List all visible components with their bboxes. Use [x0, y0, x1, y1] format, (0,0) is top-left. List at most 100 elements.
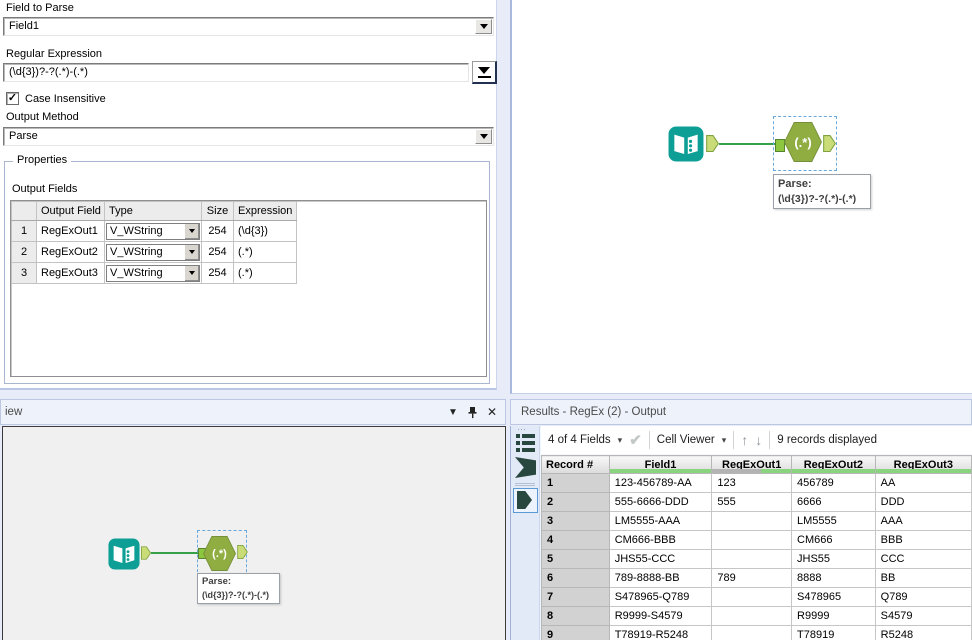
- cell[interactable]: CCC: [874, 549, 972, 569]
- col-header-field1[interactable]: Field1: [608, 455, 713, 474]
- chevron-down-icon[interactable]: ▾: [722, 435, 727, 446]
- field-to-parse-select[interactable]: Field1: [3, 17, 494, 36]
- cell[interactable]: [711, 587, 793, 607]
- cell[interactable]: 555-6666-DDD: [608, 492, 713, 512]
- regex-input-value: (\d{3})?-?(.*)-(.*): [9, 66, 88, 78]
- record-number-cell[interactable]: 5: [541, 549, 610, 569]
- type-cell[interactable]: V_WString: [104, 220, 202, 242]
- cell[interactable]: [711, 549, 793, 569]
- cell[interactable]: Q789: [874, 587, 972, 607]
- cell[interactable]: 789: [711, 568, 793, 588]
- output-anchor-icon[interactable]: [237, 545, 248, 559]
- cell[interactable]: S478965-Q789: [608, 587, 713, 607]
- cell[interactable]: R9999: [791, 606, 876, 626]
- cell-viewer-button[interactable]: Cell Viewer: [657, 434, 715, 446]
- cell[interactable]: DDD: [874, 492, 972, 512]
- col-header-output-field[interactable]: Output Field: [36, 201, 105, 221]
- col-header-size[interactable]: Size: [201, 201, 234, 221]
- cell[interactable]: [711, 511, 793, 531]
- type-dropdown-button[interactable]: [184, 265, 199, 281]
- cell[interactable]: [711, 625, 793, 640]
- cell[interactable]: 555: [711, 492, 793, 512]
- output-anchor-icon[interactable]: [141, 546, 151, 560]
- col-header-regexout3[interactable]: RegExOut3: [874, 455, 972, 474]
- cell[interactable]: [711, 530, 793, 550]
- col-header-type[interactable]: Type: [104, 201, 202, 221]
- type-cell[interactable]: V_WString: [104, 262, 202, 284]
- overview-canvas[interactable]: (.*) Parse: (\d{3})?-?(.*)-(.*): [2, 426, 506, 640]
- text-input-tool-icon[interactable]: [668, 126, 704, 162]
- expression-cell[interactable]: (.*): [233, 241, 297, 263]
- output-field-name-cell[interactable]: RegExOut3: [36, 262, 105, 284]
- cell[interactable]: T78919: [791, 625, 876, 640]
- output-anchor-icon[interactable]: [823, 135, 836, 152]
- col-header-expression[interactable]: Expression: [233, 201, 297, 221]
- scroll-down-icon[interactable]: ↓: [755, 432, 762, 448]
- regex-history-dropdown-button[interactable]: [472, 61, 497, 84]
- workflow-canvas[interactable]: (.*) Parse: (\d{3})?-?(.*)-(.*): [510, 0, 972, 394]
- cell[interactable]: R5248: [874, 625, 972, 640]
- cell[interactable]: LM5555-AAA: [608, 511, 713, 531]
- cell[interactable]: 789-8888-BB: [608, 568, 713, 588]
- type-cell[interactable]: V_WString: [104, 241, 202, 263]
- size-cell[interactable]: 254: [201, 220, 234, 242]
- output-field-name-cell[interactable]: RegExOut1: [36, 220, 105, 242]
- output-anchor-icon[interactable]: [706, 135, 719, 152]
- output-field-name-cell[interactable]: RegExOut2: [36, 241, 105, 263]
- cell[interactable]: 8888: [791, 568, 876, 588]
- record-number-cell[interactable]: 3: [541, 511, 610, 531]
- input-anchor-icon[interactable]: [775, 139, 785, 152]
- cell[interactable]: T78919-R5248: [608, 625, 713, 640]
- input-anchor-tab-icon[interactable]: [515, 457, 536, 478]
- cell[interactable]: JHS55: [791, 549, 876, 569]
- output-anchor-tab-selected[interactable]: [513, 488, 538, 513]
- cell[interactable]: S4579: [874, 606, 972, 626]
- col-header-regexout1[interactable]: RegExOut1: [711, 455, 793, 474]
- cell[interactable]: 456789: [791, 473, 876, 493]
- expression-cell[interactable]: (.*): [233, 262, 297, 284]
- fields-selector[interactable]: 4 of 4 Fields: [548, 434, 611, 446]
- close-icon[interactable]: ✕: [487, 405, 497, 419]
- record-number-cell[interactable]: 6: [541, 568, 610, 588]
- expression-cell[interactable]: (\d{3}): [233, 220, 297, 242]
- cell[interactable]: JHS55-CCC: [608, 549, 713, 569]
- col-header-regexout2[interactable]: RegExOut2: [791, 455, 876, 474]
- pin-icon[interactable]: [467, 406, 478, 419]
- case-insensitive-checkbox[interactable]: ✓: [6, 92, 19, 105]
- col-header-record[interactable]: Record #: [541, 455, 610, 474]
- apply-check-icon[interactable]: ✔: [629, 431, 642, 449]
- type-dropdown-button[interactable]: [184, 244, 199, 260]
- type-dropdown-button[interactable]: [184, 223, 199, 239]
- record-number-cell[interactable]: 2: [541, 492, 610, 512]
- cell[interactable]: 123: [711, 473, 793, 493]
- cell[interactable]: BB: [874, 568, 972, 588]
- cell[interactable]: 123-456789-AA: [608, 473, 713, 493]
- record-number-cell[interactable]: 4: [541, 530, 610, 550]
- cell[interactable]: CM666: [791, 530, 876, 550]
- cell[interactable]: AA: [874, 473, 972, 493]
- cell[interactable]: S478965: [791, 587, 876, 607]
- cell[interactable]: R9999-S4579: [608, 606, 713, 626]
- cell[interactable]: AAA: [874, 511, 972, 531]
- record-number-cell[interactable]: 9: [541, 625, 610, 640]
- size-cell[interactable]: 254: [201, 262, 234, 284]
- chevron-down-icon[interactable]: ▾: [618, 435, 623, 446]
- cell[interactable]: LM5555: [791, 511, 876, 531]
- size-cell[interactable]: 254: [201, 241, 234, 263]
- record-number-cell[interactable]: 1: [541, 473, 610, 493]
- cell[interactable]: [711, 606, 793, 626]
- connection-line[interactable]: [151, 552, 198, 554]
- regex-input[interactable]: (\d{3})?-?(.*)-(.*): [3, 63, 469, 82]
- field-to-parse-dropdown-button[interactable]: [475, 19, 492, 34]
- window-position-icon[interactable]: ▼: [448, 407, 458, 418]
- record-number-cell[interactable]: 8: [541, 606, 610, 626]
- metadata-view-icon[interactable]: [516, 434, 536, 452]
- cell[interactable]: 6666: [791, 492, 876, 512]
- output-method-dropdown-button[interactable]: [475, 129, 492, 144]
- cell[interactable]: CM666-BBB: [608, 530, 713, 550]
- cell[interactable]: BBB: [874, 530, 972, 550]
- output-method-select[interactable]: Parse: [3, 127, 494, 146]
- text-input-tool-icon[interactable]: [108, 538, 140, 570]
- record-number-cell[interactable]: 7: [541, 587, 610, 607]
- scroll-up-icon[interactable]: ↑: [741, 432, 748, 448]
